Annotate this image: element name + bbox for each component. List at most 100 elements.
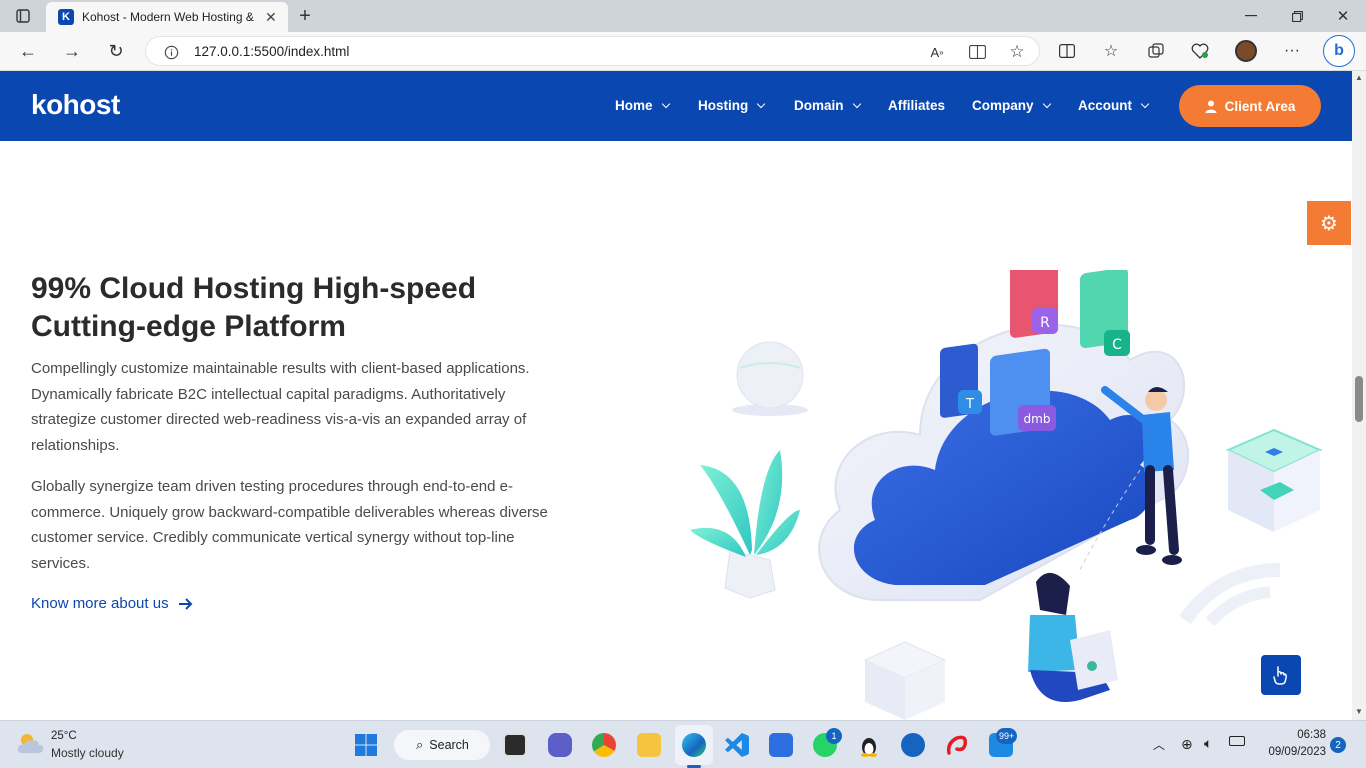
browser-tab[interactable]: K Kohost - Modern Web Hosting & ✕: [46, 2, 288, 32]
wifi-shape: [1179, 563, 1281, 627]
chevron-down-icon: [661, 99, 670, 108]
woman-figure: [1028, 572, 1118, 702]
arrow-right-icon: [178, 597, 192, 610]
back-icon[interactable]: ←: [16, 40, 40, 62]
page-scrollbar[interactable]: ▲ ▼: [1352, 71, 1366, 720]
decorative-sphere: [732, 341, 808, 416]
weather-temp: 25°C: [51, 730, 77, 742]
nav-affiliates-label: Affiliates: [888, 98, 946, 113]
edge-icon[interactable]: [682, 733, 706, 757]
taskbar-search[interactable]: ⌕ Search: [394, 730, 490, 760]
browser-tab-bar: K Kohost - Modern Web Hosting & ✕ + ✕: [0, 0, 1366, 32]
nav-account-label: Account: [1078, 98, 1132, 113]
weather-cloud-icon[interactable]: [16, 731, 46, 759]
client-area-button[interactable]: Client Area: [1179, 85, 1321, 127]
clock-time[interactable]: 06:38: [1260, 729, 1326, 741]
hero-title: 99% Cloud Hosting High-speed Cutting-edg…: [31, 270, 551, 346]
browser-essentials-icon[interactable]: [1189, 40, 1211, 62]
tab-close-icon[interactable]: ✕: [265, 9, 277, 26]
user-icon: [1205, 100, 1217, 113]
task-view-icon[interactable]: [503, 733, 527, 757]
collections-icon[interactable]: [1145, 40, 1167, 62]
browser-toolbar: ← → ↻ 127.0.0.1:5500/index.html A» ☆ ☆ ·…: [0, 32, 1366, 71]
tab-title: Kohost - Modern Web Hosting &: [82, 10, 254, 24]
favorites-icon[interactable]: ☆: [1100, 40, 1122, 62]
microsoft-store-icon[interactable]: [769, 733, 793, 757]
vscode-icon[interactable]: [725, 733, 749, 757]
nav-company-label: Company: [972, 98, 1034, 113]
chrome-icon[interactable]: [592, 733, 616, 757]
refresh-icon[interactable]: ↻: [104, 40, 128, 62]
settings-gear-button[interactable]: ⚙: [1307, 201, 1351, 245]
nav-domain[interactable]: Domain: [794, 98, 861, 113]
battery-icon[interactable]: [1229, 736, 1245, 746]
taskbar-search-label: Search: [429, 738, 469, 752]
small-cube: [863, 641, 947, 720]
scroll-top-button[interactable]: [1261, 655, 1301, 695]
know-more-link[interactable]: Know more about us: [31, 595, 193, 612]
windows-start-icon[interactable]: [354, 733, 378, 757]
store-badge: 99+: [996, 728, 1018, 744]
more-menu-icon[interactable]: ···: [1281, 40, 1303, 62]
card-letter-r: R: [1040, 315, 1050, 331]
airtel-icon[interactable]: [945, 733, 969, 757]
hero-paragraph-1: Compellingly customize maintainable resu…: [31, 360, 530, 454]
site-header: kohost Home Hosting Domain Affiliates Co…: [0, 71, 1352, 141]
windows-taskbar: 25°C Mostly cloudy ⌕ Search 1 99+ ︿ ⊕ 🔈︎…: [0, 720, 1366, 768]
know-more-label: Know more about us: [31, 595, 169, 612]
card-letter-c: C: [1112, 337, 1122, 353]
clock-date[interactable]: 09/09/2023: [1260, 746, 1326, 758]
cloud-hosting-illustration: R C T dmb: [690, 270, 1323, 720]
tab-actions-icon[interactable]: [12, 6, 34, 26]
volume-icon[interactable]: 🔈︎: [1204, 735, 1212, 752]
nav-hosting[interactable]: Hosting: [698, 98, 766, 113]
new-tab-icon[interactable]: +: [294, 4, 316, 28]
site-logo[interactable]: kohost: [31, 89, 120, 121]
immersive-reader-icon[interactable]: [966, 42, 988, 62]
split-screen-icon[interactable]: [1056, 40, 1078, 62]
app-card-t: T: [940, 343, 982, 418]
window-close-icon[interactable]: ✕: [1332, 6, 1354, 26]
hero-title-line-2: Cutting-edge Platform: [31, 310, 346, 343]
card-letter-t: T: [965, 397, 974, 412]
teams-chat-icon[interactable]: [548, 733, 572, 757]
notification-count-badge[interactable]: 2: [1330, 737, 1346, 753]
chevron-down-icon: [1140, 99, 1150, 108]
read-aloud-icon[interactable]: A»: [926, 42, 948, 62]
client-area-label: Client Area: [1224, 98, 1296, 114]
language-globe-icon[interactable]: ⊕: [1181, 736, 1193, 753]
whatsapp-badge: 1: [826, 728, 842, 744]
minimize-icon[interactable]: [1240, 6, 1262, 26]
maps-pin-icon[interactable]: [901, 733, 925, 757]
site-info-icon[interactable]: [162, 43, 180, 61]
url-text: 127.0.0.1:5500/index.html: [194, 44, 350, 59]
hero-paragraph-2: Globally synergize team driven testing p…: [31, 478, 548, 572]
chevron-down-icon: [1042, 99, 1051, 108]
nav-domain-label: Domain: [794, 98, 844, 113]
scrollbar-thumb[interactable]: [1355, 376, 1363, 422]
nav-account[interactable]: Account: [1078, 98, 1150, 113]
nav-home-label: Home: [615, 98, 653, 113]
nav-company[interactable]: Company: [972, 98, 1051, 113]
chevron-down-icon: [757, 99, 766, 108]
hero-title-line-1: 99% Cloud Hosting High-speed: [31, 272, 477, 305]
profile-avatar[interactable]: [1235, 40, 1257, 62]
file-explorer-icon[interactable]: [637, 733, 661, 757]
server-cube: [1225, 428, 1323, 532]
scroll-down-arrow-icon[interactable]: ▼: [1355, 707, 1363, 716]
nav-hosting-label: Hosting: [698, 98, 749, 113]
scroll-up-arrow-icon[interactable]: ▲: [1355, 73, 1363, 82]
nav-affiliates[interactable]: Affiliates: [888, 98, 945, 113]
favorite-star-icon[interactable]: ☆: [1006, 41, 1028, 63]
restore-icon[interactable]: [1286, 6, 1308, 26]
plant-illustration: [690, 450, 800, 599]
gear-icon: ⚙: [1320, 212, 1338, 235]
pointer-hand-icon: [1273, 666, 1287, 685]
linux-penguin-icon[interactable]: [857, 733, 881, 757]
forward-icon[interactable]: →: [60, 40, 84, 62]
address-bar[interactable]: 127.0.0.1:5500/index.html A» ☆: [145, 36, 1040, 66]
bing-copilot-icon[interactable]: b: [1323, 35, 1355, 67]
tray-chevron-up-icon[interactable]: ︿: [1153, 736, 1165, 753]
card-letter-dmb: dmb: [1024, 412, 1051, 426]
nav-home[interactable]: Home: [615, 98, 670, 113]
